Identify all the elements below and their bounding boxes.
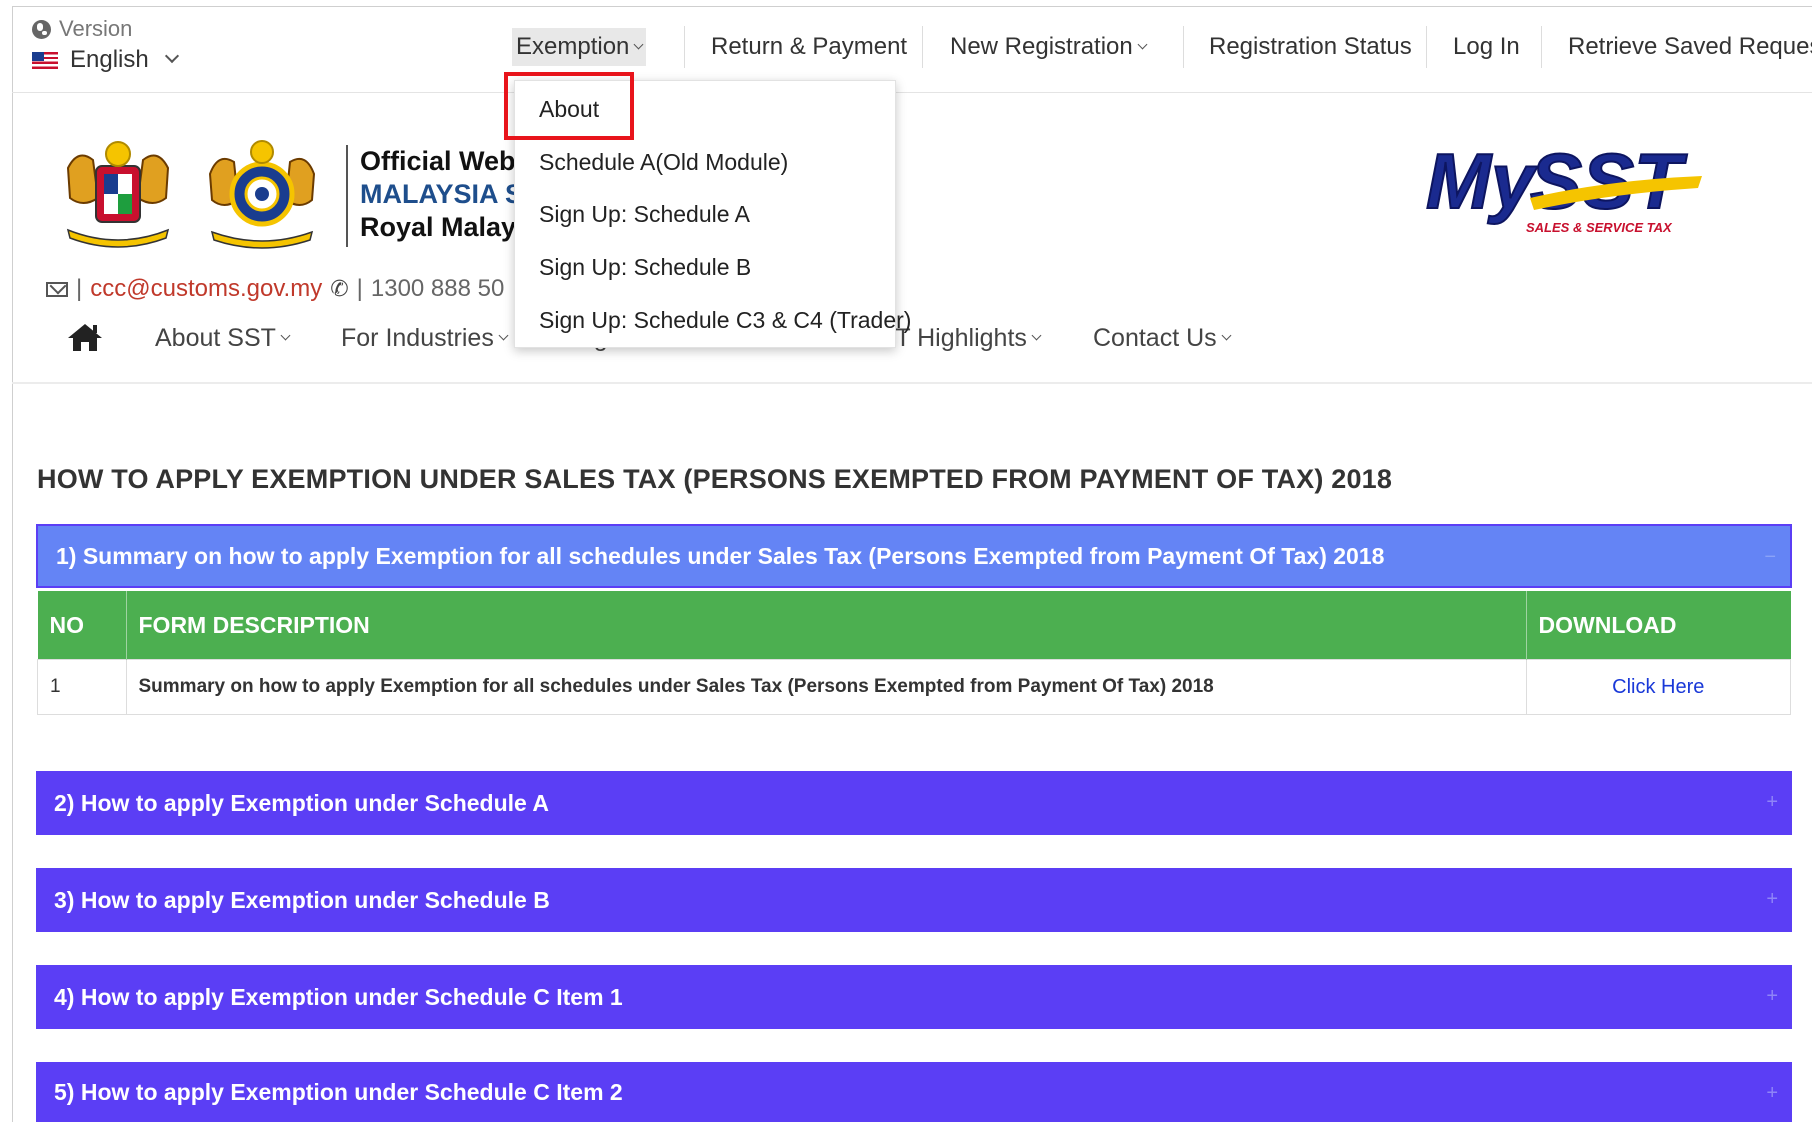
accordion-panel-3[interactable]: 3) How to apply Exemption under Schedule… — [36, 868, 1792, 932]
page-title: HOW TO APPLY EXEMPTION UNDER SALES TAX (… — [37, 464, 1393, 494]
collapse-icon: − — [1764, 546, 1776, 568]
phone-icon: ✆ — [330, 276, 349, 301]
topnav-new-registration-label: New Registration — [950, 33, 1133, 60]
mainnav-for-industries-label: For Industries — [341, 324, 494, 352]
mainnav-contact-us-label: Contact Us — [1093, 324, 1217, 352]
topnav-retrieve-saved-request-label: Retrieve Saved Request — [1568, 33, 1812, 60]
expand-icon: + — [1766, 888, 1778, 910]
chevron-down-icon — [280, 330, 291, 341]
accordion-panel-title: 5) How to apply Exemption under Schedule… — [54, 1078, 623, 1105]
row-description: Summary on how to apply Exemption for al… — [125, 659, 1527, 715]
table-header-row: NO FORM DESCRIPTION DOWNLOAD — [37, 591, 1791, 660]
header-divider — [12, 92, 1812, 93]
mainnav-about-sst[interactable]: About SST — [155, 324, 291, 353]
svg-text:SALES & SERVICE TAX: SALES & SERVICE TAX — [1526, 220, 1673, 235]
accordion-panel-title: 1) Summary on how to apply Exemption for… — [56, 542, 1385, 569]
topnav-divider — [1183, 26, 1184, 68]
topnav-divider — [922, 26, 923, 68]
contact-row: | ccc@customs.gov.my ✆ | 1300 888 50 — [46, 275, 504, 303]
version-text: Version — [59, 16, 133, 41]
forms-table: NO FORM DESCRIPTION DOWNLOAD 1 Summary o… — [37, 591, 1791, 715]
download-link[interactable]: Click Here — [1612, 676, 1704, 698]
email-link[interactable]: ccc@customs.gov.my — [90, 275, 322, 303]
mail-icon — [46, 281, 68, 297]
dropdown-item-schedule-a-old[interactable]: Schedule A(Old Module) — [539, 149, 788, 176]
chevron-down-icon — [1031, 330, 1042, 341]
topnav-divider — [1426, 26, 1427, 68]
language-selector[interactable]: English — [32, 46, 179, 74]
mainnav-contact-us[interactable]: Contact Us — [1093, 324, 1232, 353]
topnav-divider — [684, 26, 685, 68]
nav-divider — [12, 382, 1812, 384]
topnav-exemption-label: Exemption — [516, 33, 630, 60]
accordion-panel-title: 4) How to apply Exemption under Schedule… — [54, 983, 623, 1010]
phone-number: 1300 888 50 — [370, 275, 505, 302]
table-row: 1 Summary on how to apply Exemption for … — [37, 659, 1791, 715]
topnav-login-label: Log In — [1453, 33, 1520, 60]
topnav-divider — [1541, 26, 1542, 68]
column-header-form-description: FORM DESCRIPTION — [126, 591, 1527, 660]
chevron-down-icon — [164, 48, 179, 64]
row-number: 1 — [37, 659, 127, 715]
column-header-download: DOWNLOAD — [1526, 591, 1791, 660]
chevron-down-icon — [1221, 330, 1232, 341]
accordion-panel-title: 3) How to apply Exemption under Schedule… — [54, 886, 550, 913]
version-label: Version — [32, 16, 132, 42]
malaysia-coat-of-arms-icon — [66, 141, 170, 248]
mainnav-for-industries[interactable]: For Industries — [341, 324, 509, 353]
home-icon[interactable] — [66, 322, 104, 352]
chevron-down-icon — [1137, 39, 1148, 49]
mainnav-about-sst-label: About SST — [155, 324, 276, 352]
accordion-panel-title: 2) How to apply Exemption under Schedule… — [54, 789, 549, 816]
language-label: English — [70, 46, 149, 73]
topnav-login[interactable]: Log In — [1453, 28, 1520, 66]
highlight-box — [504, 72, 634, 140]
dropdown-item-signup-schedule-b[interactable]: Sign Up: Schedule B — [539, 254, 751, 281]
contact-separator: | — [76, 275, 83, 302]
site-title-line3: Royal Malay — [360, 212, 517, 242]
site-title-line1: Official Web — [360, 146, 516, 176]
accordion-panel-2[interactable]: 2) How to apply Exemption under Schedule… — [36, 771, 1792, 835]
header-separator — [346, 145, 348, 247]
globe-icon — [32, 19, 51, 39]
us-flag-icon — [32, 51, 58, 69]
column-header-no: NO — [37, 591, 127, 660]
expand-icon: + — [1766, 791, 1778, 813]
mysst-logo: My SST SALES & SERVICE TAX — [1425, 140, 1702, 235]
dropdown-item-signup-schedule-c3-c4[interactable]: Sign Up: Schedule C3 & C4 (Trader) — [539, 307, 911, 334]
contact-separator: | — [356, 275, 363, 302]
site-title-line2: MALAYSIA S — [360, 179, 524, 209]
chevron-down-icon — [633, 39, 644, 49]
topnav-return-payment[interactable]: Return & Payment — [711, 28, 907, 66]
accordion-panel-5[interactable]: 5) How to apply Exemption under Schedule… — [36, 1062, 1792, 1122]
topnav-retrieve-saved-request[interactable]: Retrieve Saved Request — [1568, 28, 1812, 66]
expand-icon: + — [1766, 985, 1778, 1007]
accordion-panel-1[interactable]: 1) Summary on how to apply Exemption for… — [36, 524, 1792, 588]
dropdown-item-signup-schedule-a[interactable]: Sign Up: Schedule A — [539, 201, 750, 228]
topnav-registration-status-label: Registration Status — [1209, 33, 1412, 60]
topnav-registration-status[interactable]: Registration Status — [1209, 28, 1412, 66]
svg-text:My: My — [1426, 140, 1538, 225]
row-download-cell: Click Here — [1525, 659, 1791, 715]
expand-icon: + — [1766, 1082, 1778, 1104]
topnav-return-payment-label: Return & Payment — [711, 33, 908, 60]
chevron-down-icon — [498, 330, 509, 341]
customs-emblem-icon — [208, 140, 316, 249]
accordion-panel-4[interactable]: 4) How to apply Exemption under Schedule… — [36, 965, 1792, 1029]
topnav-new-registration[interactable]: New Registration — [950, 28, 1148, 66]
topnav-exemption[interactable]: Exemption — [512, 28, 647, 66]
